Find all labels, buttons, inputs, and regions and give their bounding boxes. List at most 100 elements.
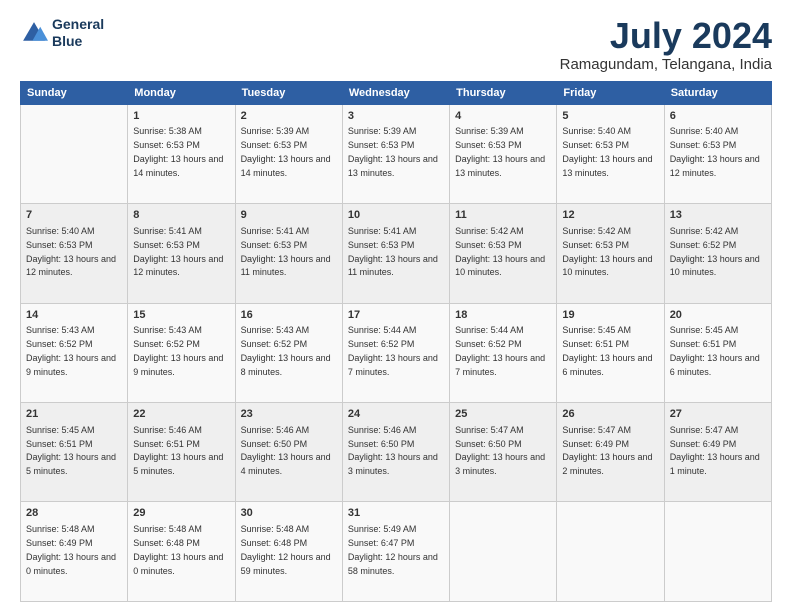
calendar-cell [21, 104, 128, 203]
day-number: 5 [562, 109, 658, 124]
day-info: Sunrise: 5:40 AMSunset: 6:53 PMDaylight:… [670, 126, 760, 177]
day-info: Sunrise: 5:45 AMSunset: 6:51 PMDaylight:… [670, 325, 760, 376]
calendar-cell: 25Sunrise: 5:47 AMSunset: 6:50 PMDayligh… [450, 403, 557, 502]
day-info: Sunrise: 5:45 AMSunset: 6:51 PMDaylight:… [562, 325, 652, 376]
day-info: Sunrise: 5:48 AMSunset: 6:48 PMDaylight:… [241, 524, 331, 575]
day-info: Sunrise: 5:43 AMSunset: 6:52 PMDaylight:… [26, 325, 116, 376]
calendar-cell [664, 502, 771, 602]
day-number: 21 [26, 407, 122, 422]
day-number: 27 [670, 407, 766, 422]
logo: General Blue [20, 16, 104, 50]
day-info: Sunrise: 5:44 AMSunset: 6:52 PMDaylight:… [348, 325, 438, 376]
day-info: Sunrise: 5:46 AMSunset: 6:50 PMDaylight:… [348, 425, 438, 476]
subtitle: Ramagundam, Telangana, India [560, 56, 772, 73]
calendar-cell: 5 Sunrise: 5:40 AMSunset: 6:53 PMDaylight… [557, 104, 664, 203]
week-row-3: 14 Sunrise: 5:43 AMSunset: 6:52 PMDayligh… [21, 303, 772, 402]
calendar-cell: 31 Sunrise: 5:49 AMSunset: 6:47 PMDayligh… [342, 502, 449, 602]
day-number: 2 [241, 109, 337, 124]
calendar-cell [450, 502, 557, 602]
day-number: 25 [455, 407, 551, 422]
day-info: Sunrise: 5:41 AMSunset: 6:53 PMDaylight:… [348, 226, 438, 277]
calendar-cell: 10 Sunrise: 5:41 AMSunset: 6:53 PMDayligh… [342, 204, 449, 303]
calendar-cell: 4 Sunrise: 5:39 AMSunset: 6:53 PMDaylight… [450, 104, 557, 203]
day-info: Sunrise: 5:40 AMSunset: 6:53 PMDaylight:… [562, 126, 652, 177]
day-number: 8 [133, 208, 229, 223]
day-number: 28 [26, 506, 122, 521]
day-info: Sunrise: 5:41 AMSunset: 6:53 PMDaylight:… [241, 226, 331, 277]
day-header-friday: Friday [557, 81, 664, 104]
day-number: 13 [670, 208, 766, 223]
page: General Blue July 2024 Ramagundam, Telan… [0, 0, 792, 612]
day-number: 7 [26, 208, 122, 223]
day-info: Sunrise: 5:47 AMSunset: 6:49 PMDaylight:… [562, 425, 652, 476]
calendar-cell: 14 Sunrise: 5:43 AMSunset: 6:52 PMDayligh… [21, 303, 128, 402]
day-info: Sunrise: 5:43 AMSunset: 6:52 PMDaylight:… [133, 325, 223, 376]
day-info: Sunrise: 5:43 AMSunset: 6:52 PMDaylight:… [241, 325, 331, 376]
day-number: 19 [562, 308, 658, 323]
logo-text: General Blue [52, 16, 104, 50]
day-info: Sunrise: 5:39 AMSunset: 6:53 PMDaylight:… [455, 126, 545, 177]
day-info: Sunrise: 5:42 AMSunset: 6:52 PMDaylight:… [670, 226, 760, 277]
day-number: 4 [455, 109, 551, 124]
day-info: Sunrise: 5:40 AMSunset: 6:53 PMDaylight:… [26, 226, 116, 277]
day-number: 15 [133, 308, 229, 323]
calendar-header-row: SundayMondayTuesdayWednesdayThursdayFrid… [21, 81, 772, 104]
day-number: 20 [670, 308, 766, 323]
day-number: 26 [562, 407, 658, 422]
calendar-cell: 27 Sunrise: 5:47 AMSunset: 6:49 PMDayligh… [664, 403, 771, 502]
logo-icon [20, 19, 48, 47]
calendar-cell: 24Sunrise: 5:46 AMSunset: 6:50 PMDayligh… [342, 403, 449, 502]
day-info: Sunrise: 5:48 AMSunset: 6:48 PMDaylight:… [133, 524, 223, 575]
calendar-cell: 3Sunrise: 5:39 AMSunset: 6:53 PMDaylight… [342, 104, 449, 203]
calendar-cell: 15 Sunrise: 5:43 AMSunset: 6:52 PMDayligh… [128, 303, 235, 402]
day-info: Sunrise: 5:47 AMSunset: 6:49 PMDaylight:… [670, 425, 760, 476]
day-number: 6 [670, 109, 766, 124]
calendar-table: SundayMondayTuesdayWednesdayThursdayFrid… [20, 81, 772, 602]
calendar-cell: 20 Sunrise: 5:45 AMSunset: 6:51 PMDayligh… [664, 303, 771, 402]
calendar-cell: 6 Sunrise: 5:40 AMSunset: 6:53 PMDaylight… [664, 104, 771, 203]
day-header-saturday: Saturday [664, 81, 771, 104]
day-info: Sunrise: 5:42 AMSunset: 6:53 PMDaylight:… [455, 226, 545, 277]
day-header-tuesday: Tuesday [235, 81, 342, 104]
week-row-2: 7 Sunrise: 5:40 AMSunset: 6:53 PMDaylight… [21, 204, 772, 303]
calendar-cell: 13 Sunrise: 5:42 AMSunset: 6:52 PMDayligh… [664, 204, 771, 303]
day-number: 14 [26, 308, 122, 323]
day-info: Sunrise: 5:46 AMSunset: 6:51 PMDaylight:… [133, 425, 223, 476]
day-number: 31 [348, 506, 444, 521]
calendar-cell [557, 502, 664, 602]
day-number: 11 [455, 208, 551, 223]
day-number: 30 [241, 506, 337, 521]
calendar-cell: 18Sunrise: 5:44 AMSunset: 6:52 PMDayligh… [450, 303, 557, 402]
day-info: Sunrise: 5:39 AMSunset: 6:53 PMDaylight:… [241, 126, 331, 177]
day-header-monday: Monday [128, 81, 235, 104]
calendar-cell: 22 Sunrise: 5:46 AMSunset: 6:51 PMDayligh… [128, 403, 235, 502]
day-number: 12 [562, 208, 658, 223]
day-info: Sunrise: 5:49 AMSunset: 6:47 PMDaylight:… [348, 524, 438, 575]
calendar-cell: 8 Sunrise: 5:41 AMSunset: 6:53 PMDaylight… [128, 204, 235, 303]
day-number: 22 [133, 407, 229, 422]
calendar-cell: 29 Sunrise: 5:48 AMSunset: 6:48 PMDayligh… [128, 502, 235, 602]
day-number: 16 [241, 308, 337, 323]
day-number: 9 [241, 208, 337, 223]
day-number: 29 [133, 506, 229, 521]
day-info: Sunrise: 5:45 AMSunset: 6:51 PMDaylight:… [26, 425, 116, 476]
week-row-5: 28 Sunrise: 5:48 AMSunset: 6:49 PMDayligh… [21, 502, 772, 602]
calendar-body: 1Sunrise: 5:38 AMSunset: 6:53 PMDaylight… [21, 104, 772, 601]
day-info: Sunrise: 5:41 AMSunset: 6:53 PMDaylight:… [133, 226, 223, 277]
main-title: July 2024 [560, 16, 772, 56]
day-number: 18 [455, 308, 551, 323]
day-header-sunday: Sunday [21, 81, 128, 104]
day-number: 17 [348, 308, 444, 323]
day-info: Sunrise: 5:39 AMSunset: 6:53 PMDaylight:… [348, 126, 438, 177]
day-info: Sunrise: 5:48 AMSunset: 6:49 PMDaylight:… [26, 524, 116, 575]
calendar-cell: 26 Sunrise: 5:47 AMSunset: 6:49 PMDayligh… [557, 403, 664, 502]
day-number: 23 [241, 407, 337, 422]
calendar-cell: 28 Sunrise: 5:48 AMSunset: 6:49 PMDayligh… [21, 502, 128, 602]
week-row-4: 21 Sunrise: 5:45 AMSunset: 6:51 PMDayligh… [21, 403, 772, 502]
day-number: 10 [348, 208, 444, 223]
calendar-cell: 9 Sunrise: 5:41 AMSunset: 6:53 PMDaylight… [235, 204, 342, 303]
calendar-cell: 2 Sunrise: 5:39 AMSunset: 6:53 PMDaylight… [235, 104, 342, 203]
week-row-1: 1Sunrise: 5:38 AMSunset: 6:53 PMDaylight… [21, 104, 772, 203]
calendar-cell: 12Sunrise: 5:42 AMSunset: 6:53 PMDayligh… [557, 204, 664, 303]
day-info: Sunrise: 5:46 AMSunset: 6:50 PMDaylight:… [241, 425, 331, 476]
